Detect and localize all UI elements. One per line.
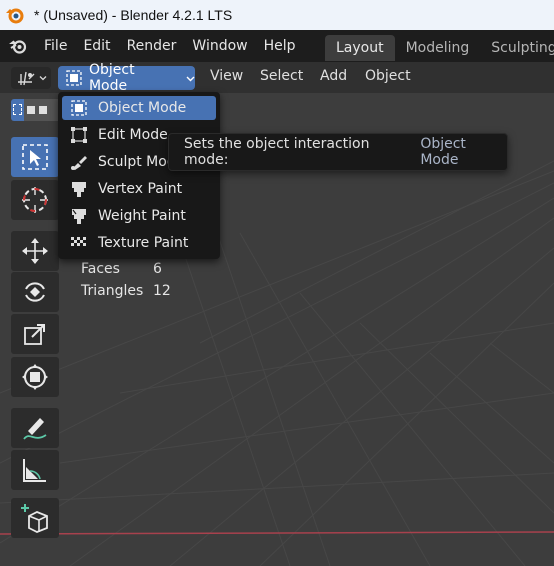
blender-window: * (Unsaved) - Blender 4.2.1 LTS File Edi… <box>0 0 554 566</box>
mode-option-label: Object Mode <box>98 100 187 116</box>
blender-logo-icon <box>9 40 27 54</box>
selection-mode-buttons <box>11 99 63 121</box>
tooltip-value: Object Mode <box>420 136 466 168</box>
editor-type-button[interactable] <box>11 67 51 89</box>
stat-faces-label: Faces <box>81 261 120 277</box>
measure-tool[interactable] <box>11 450 59 490</box>
move-icon <box>22 238 48 264</box>
weight-paint-icon <box>68 205 90 227</box>
cursor-icon <box>22 187 48 213</box>
object-mode-icon <box>68 97 90 119</box>
menu-help[interactable]: Help <box>256 38 304 54</box>
transform-tool[interactable] <box>11 357 59 397</box>
window-title-bar: * (Unsaved) - Blender 4.2.1 LTS <box>0 0 554 30</box>
tooltip-text: Sets the object interaction mode: <box>184 136 370 168</box>
object-mode-icon <box>66 70 82 86</box>
texture-paint-icon <box>68 232 90 254</box>
mode-dropdown-menu: Object Mode Edit Mode Sculpt Mode Vertex… <box>58 92 220 259</box>
menu-view[interactable]: View <box>210 68 243 84</box>
menu-window[interactable]: Window <box>184 38 255 54</box>
mode-option-vertex-paint[interactable]: Vertex Paint <box>62 177 216 201</box>
transform-icon <box>22 364 48 390</box>
tab-layout[interactable]: Layout <box>325 35 395 61</box>
annotate-icon <box>23 418 47 440</box>
mode-selector-label: Object Mode <box>88 62 135 94</box>
mode-option-object[interactable]: Object Mode <box>62 96 216 120</box>
mode-option-label: Texture Paint <box>98 235 189 251</box>
measure-icon <box>23 459 46 482</box>
blender-app-icon <box>6 8 24 24</box>
menu-file[interactable]: File <box>36 38 75 54</box>
x-axis-line <box>0 531 554 535</box>
cursor-tool[interactable] <box>11 180 59 220</box>
chevron-down-icon <box>186 76 195 81</box>
menu-render[interactable]: Render <box>119 38 185 54</box>
mode-selector[interactable]: Object Mode <box>58 62 195 94</box>
rotate-icon <box>25 282 45 302</box>
mode-option-label: Vertex Paint <box>98 181 183 197</box>
select-box-tool[interactable] <box>11 137 59 177</box>
select-set-new-icon[interactable] <box>11 99 24 121</box>
add-cube-icon <box>21 504 48 533</box>
chevron-down-icon <box>39 76 46 81</box>
mode-tooltip: Sets the object interaction mode: Object… <box>168 133 508 171</box>
mode-option-label: Weight Paint <box>98 208 186 224</box>
edit-mode-icon <box>68 124 90 146</box>
top-bar: File Edit Render Window Help Layout Mode… <box>0 30 554 62</box>
menu-edit[interactable]: Edit <box>75 38 118 54</box>
mode-option-texture-paint[interactable]: Texture Paint <box>62 231 216 255</box>
tab-sculpting[interactable]: Sculpting <box>480 35 554 61</box>
stat-faces-value: 6 <box>153 261 162 277</box>
mode-option-label: Edit Mode <box>98 127 168 143</box>
scale-tool[interactable] <box>11 314 59 354</box>
menu-select[interactable]: Select <box>260 68 303 84</box>
add-cube-tool[interactable] <box>11 498 59 538</box>
select-box-icon <box>22 144 48 170</box>
rotate-tool[interactable] <box>11 272 59 312</box>
move-tool[interactable] <box>11 231 59 271</box>
select-subtract-icon[interactable] <box>37 99 50 121</box>
menu-object[interactable]: Object <box>365 68 411 84</box>
mode-option-weight-paint[interactable]: Weight Paint <box>62 204 216 228</box>
tab-modeling[interactable]: Modeling <box>395 35 481 61</box>
workspace-tabs: Layout Modeling Sculpting <box>325 35 554 61</box>
viewport-header: Object Mode View Select Add Object <box>0 62 554 94</box>
vertex-paint-icon <box>68 178 90 200</box>
menu-add[interactable]: Add <box>320 68 347 84</box>
stat-triangles-value: 12 <box>153 283 171 299</box>
window-title: * (Unsaved) - Blender 4.2.1 LTS <box>34 7 233 23</box>
blender-menu-button[interactable] <box>0 30 36 62</box>
scale-icon <box>24 324 45 345</box>
annotate-tool[interactable] <box>11 408 59 448</box>
sculpt-mode-icon <box>68 151 90 173</box>
grid-axes-icon <box>17 71 34 86</box>
select-extend-icon[interactable] <box>24 99 37 121</box>
stat-triangles-label: Triangles <box>81 283 144 299</box>
